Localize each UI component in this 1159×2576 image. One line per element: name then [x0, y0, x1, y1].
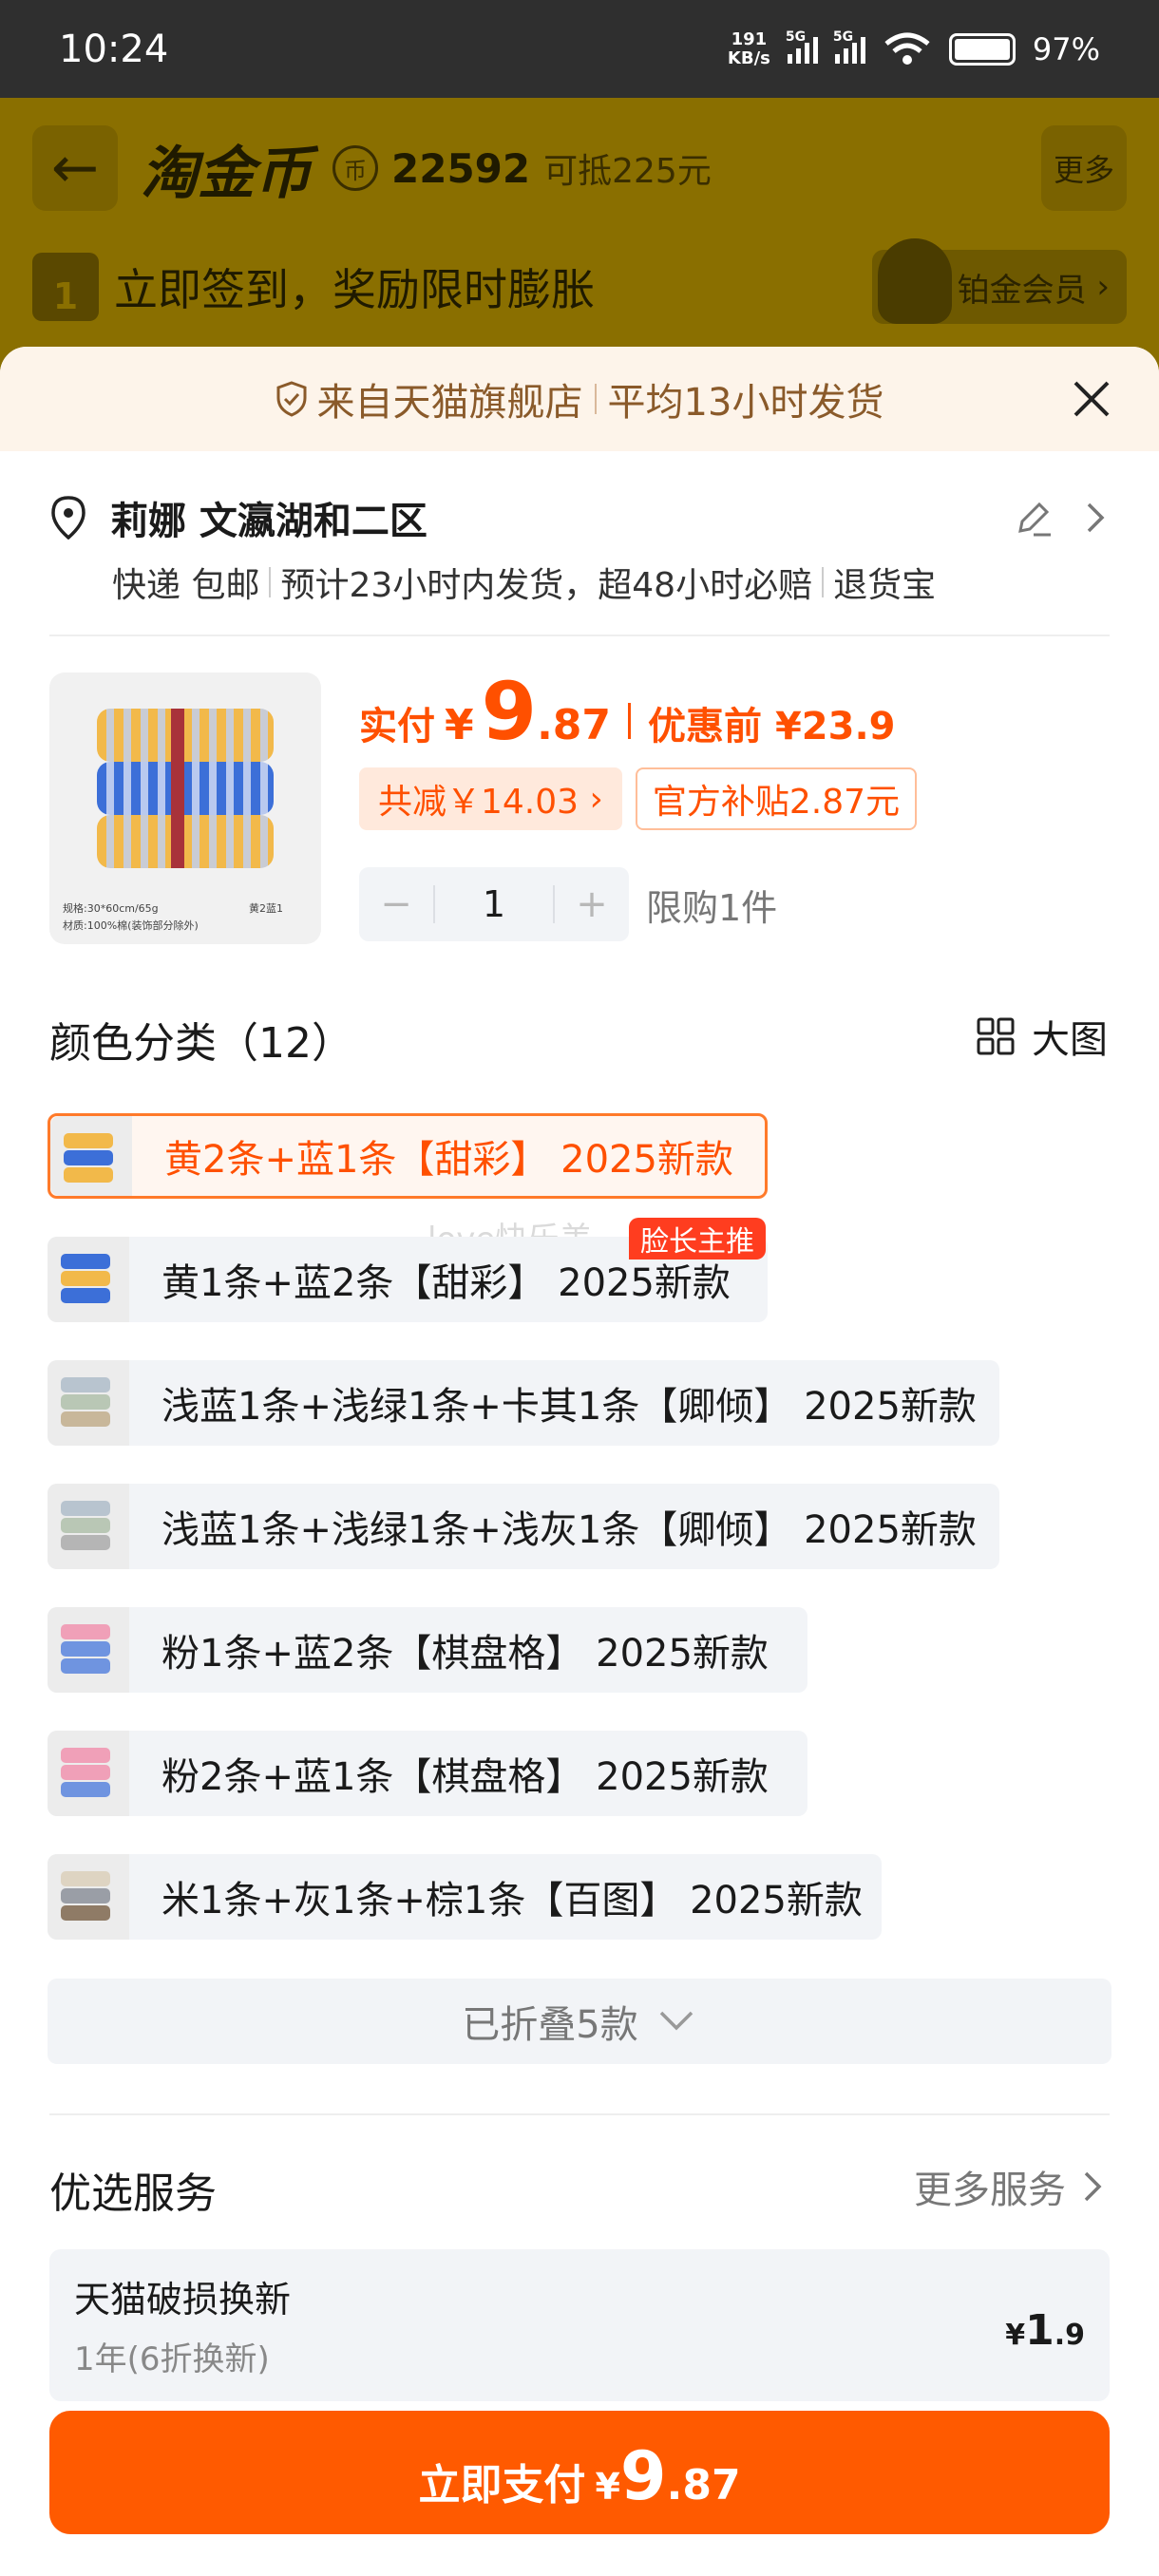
coin-value: 可抵225元	[543, 152, 712, 191]
chevron-right-icon[interactable]	[1083, 499, 1110, 537]
grid-icon	[977, 1017, 1015, 1055]
pay-label: 实付	[359, 705, 435, 748]
color-option[interactable]: 粉1条+蓝2条【棋盘格】 2025新款	[48, 1607, 808, 1693]
price-integer: 9	[481, 665, 538, 758]
back-button[interactable]: ←	[32, 125, 118, 211]
price-decimal: .87	[537, 701, 612, 749]
close-icon[interactable]	[1068, 375, 1115, 423]
option-thumbnail	[48, 1484, 129, 1569]
recipient-address: 莉娜 文瀛湖和二区	[110, 500, 428, 543]
color-section-title: 颜色分类（12）	[49, 1019, 353, 1068]
status-bar: 10:24 191 KB/s 5G 5G 97%	[0, 0, 1159, 98]
chevron-down-icon	[659, 2011, 693, 2031]
quantity-value[interactable]: 1	[433, 883, 555, 925]
more-button[interactable]: 更多	[1041, 125, 1127, 211]
coin-icon: 币	[332, 145, 378, 191]
service-detail: 1年(6折换新)	[74, 2340, 270, 2378]
color-option[interactable]: 粉2条+蓝1条【棋盘格】 2025新款	[48, 1731, 808, 1816]
option-thumbnail	[48, 1237, 129, 1322]
divider	[49, 635, 1110, 636]
signal-icon-2: 5G	[833, 29, 865, 64]
recommend-badge: 脸长主推	[629, 1218, 766, 1260]
status-time: 10:24	[59, 27, 169, 71]
color-option[interactable]: 黄1条+蓝2条【甜彩】 2025新款 脸长主推	[48, 1218, 768, 1322]
color-option[interactable]: 浅蓝1条+浅绿1条+浅灰1条【卿倾】 2025新款	[48, 1484, 999, 1569]
option-thumbnail	[50, 1116, 132, 1196]
color-option[interactable]: 米1条+灰1条+棕1条【百图】 2025新款	[48, 1854, 882, 1940]
option-thumbnail	[48, 1607, 129, 1693]
discount-detail-chip[interactable]: 共减￥14.03 ›	[359, 767, 622, 830]
service-option[interactable]: 天猫破损换新 1年(6折换新) ¥1.9	[49, 2249, 1110, 2401]
subsidy-chip: 官方补贴2.87元	[635, 767, 918, 830]
page-title: 淘金币	[141, 140, 312, 207]
shipping-method: 快递 包邮	[112, 566, 260, 605]
big-view-toggle[interactable]: 大图	[977, 1009, 1108, 1064]
battery-level: 97%	[1032, 30, 1100, 67]
return-insurance: 退货宝	[833, 566, 937, 605]
pre-discount-price: 优惠前 ¥23.9	[648, 705, 896, 748]
network-speed: 191 KB/s	[727, 28, 770, 68]
services-title: 优选服务	[49, 2169, 217, 2218]
signal-icon: 5G	[786, 29, 818, 64]
signin-text[interactable]: 立即签到，奖励限时膨胀	[114, 256, 595, 318]
avg-ship-time: 平均13小时发货	[607, 381, 884, 425]
product-summary: 规格:30*60cm/65g 材质:100%棉(装饰部分除外) 黄2蓝1 实付 …	[49, 665, 1113, 948]
expand-folded-button[interactable]: 已折叠5款	[48, 1979, 1112, 2064]
delivery-estimate: 预计23小时内发货，超48小时必赔	[280, 566, 813, 605]
wifi-icon	[884, 32, 930, 65]
decrement-button[interactable]: −	[359, 882, 433, 926]
divider	[49, 2113, 1110, 2115]
option-thumbnail	[48, 1854, 129, 1940]
background-page: ← 淘金币 币 22592 可抵225元 更多 1 立即签到，奖励限时膨胀 铂金…	[0, 98, 1159, 383]
coin-balance: 22592	[391, 144, 531, 192]
increment-button[interactable]: +	[555, 882, 629, 926]
pay-now-button[interactable]: 立即支付 ¥ 9 .87	[49, 2411, 1110, 2534]
edit-icon[interactable]	[1013, 497, 1054, 539]
location-pin-icon	[51, 496, 86, 540]
order-sheet: 来自天猫旗舰店 平均13小时发货 莉娜 文瀛湖和二区 快递 包邮 预计23小时内…	[0, 347, 1159, 2576]
more-services-link[interactable]: 更多服务	[914, 2159, 1106, 2214]
service-price: ¥1.9	[1005, 2306, 1085, 2355]
address-section[interactable]: 莉娜 文瀛湖和二区 快递 包邮 预计23小时内发货，超48小时必赔 退货宝	[49, 489, 1110, 607]
purchase-limit: 限购1件	[646, 886, 778, 929]
product-image[interactable]: 规格:30*60cm/65g 材质:100%棉(装饰部分除外) 黄2蓝1	[49, 672, 321, 944]
service-name: 天猫破损换新	[74, 2279, 292, 2320]
calendar-icon: 1	[32, 253, 99, 321]
price-line: 实付 ¥ 9 .87 优惠前 ¥23.9	[359, 665, 896, 758]
quantity-stepper[interactable]: − 1 +	[359, 867, 629, 941]
shield-check-icon	[276, 381, 307, 417]
color-option[interactable]: 黄2条+蓝1条【甜彩】 2025新款	[48, 1113, 768, 1199]
battery-icon	[948, 32, 1016, 66]
mascot-icon	[877, 238, 952, 324]
color-option[interactable]: 浅蓝1条+浅绿1条+卡其1条【卿倾】 2025新款	[48, 1360, 999, 1446]
store-banner: 来自天猫旗舰店 平均13小时发货	[0, 347, 1159, 451]
option-thumbnail	[48, 1360, 129, 1446]
chevron-right-icon	[1084, 2171, 1102, 2202]
platinum-member-button[interactable]: 铂金会员 ›	[871, 238, 1127, 324]
store-source: 来自天猫旗舰店	[316, 381, 583, 425]
option-thumbnail	[48, 1731, 129, 1816]
